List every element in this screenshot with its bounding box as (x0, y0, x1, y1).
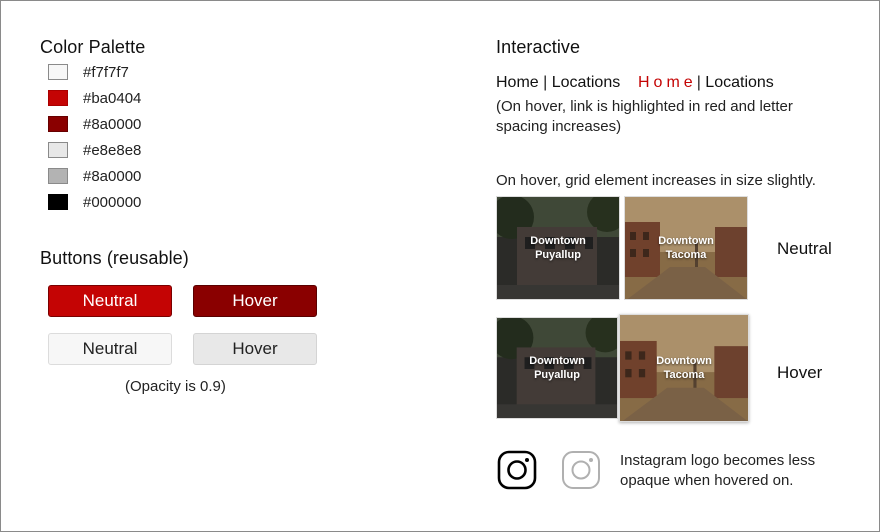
tile-tacoma-line1: Downtown (656, 355, 712, 367)
tile-tacoma-label: Downtown Tacoma (625, 197, 747, 299)
swatch-e8e8e8 (48, 142, 68, 158)
neutral-state-label: Neutral (777, 239, 832, 258)
nav-neutral: Home | Locations (496, 73, 620, 93)
interactive-title: Interactive (496, 37, 581, 57)
buttons-title: Buttons (reusable) (40, 248, 189, 268)
nav-home-link-hover[interactable]: Home (638, 74, 697, 91)
tile-puyallup-line1: Downtown (530, 235, 586, 247)
tile-tacoma-label: Downtown Tacoma (620, 315, 748, 421)
nav-separator: | (696, 74, 706, 91)
tile-tacoma-line2: Tacoma (665, 249, 707, 261)
tile-tacoma-line1: Downtown (658, 235, 714, 247)
opacity-note: (Opacity is 0.9) (125, 378, 226, 395)
swatch-label: #e8e8e8 (83, 141, 142, 159)
canvas: Color Palette #f7f7f7 #ba0404 #8a0000 #e… (0, 0, 880, 532)
swatch-8a0000 (48, 116, 68, 132)
swatch-gray (48, 168, 68, 184)
swatch-row: #8a0000 (48, 167, 141, 185)
swatch-row: #e8e8e8 (48, 141, 141, 159)
instagram-icon-faded[interactable] (561, 450, 601, 490)
nav-locations-link[interactable]: Locations (705, 74, 774, 91)
grid-note: On hover, grid element increases in size… (496, 172, 816, 189)
swatch-label: #f7f7f7 (83, 63, 129, 81)
swatch-row: #ba0404 (48, 89, 141, 107)
swatch-ba0404 (48, 90, 68, 106)
swatch-000000 (48, 194, 68, 210)
tile-puyallup-line2: Puyallup (534, 369, 580, 381)
tile-puyallup-label: Downtown Puyallup (497, 318, 617, 418)
tile-puyallup-line2: Puyallup (535, 249, 581, 261)
tile-tacoma-line2: Tacoma (663, 369, 705, 381)
palette-title: Color Palette (40, 37, 146, 57)
tile-puyallup-label: Downtown Puyallup (497, 197, 619, 299)
swatch-label: #8a0000 (83, 167, 142, 185)
swatch-label: #ba0404 (83, 89, 142, 107)
nav-separator: | (538, 74, 552, 91)
tile-puyallup[interactable]: Downtown Puyallup (496, 196, 620, 300)
swatch-label: #000000 (83, 193, 142, 211)
neutral-light-button[interactable]: Neutral (48, 333, 172, 365)
swatch-label: #8a0000 (83, 115, 142, 133)
swatch-row: #8a0000 (48, 115, 141, 133)
nav-home-link[interactable]: Home (496, 74, 539, 91)
instagram-note: Instagram logo becomes less opaque when … (620, 452, 816, 489)
nav-note: (On hover, link is highlighted in red an… (496, 98, 793, 135)
hover-light-button[interactable]: Hover (193, 333, 317, 365)
nav-locations-link[interactable]: Locations (552, 74, 621, 91)
neutral-red-button[interactable]: Neutral (48, 285, 172, 317)
nav-hover: Home| Locations (638, 73, 774, 93)
tile-tacoma[interactable]: Downtown Tacoma (624, 196, 748, 300)
hover-state-label: Hover (777, 363, 823, 382)
instagram-icon[interactable] (497, 450, 537, 490)
tile-puyallup-line1: Downtown (529, 355, 585, 367)
swatch-row: #f7f7f7 (48, 63, 129, 81)
swatch-row: #000000 (48, 193, 141, 211)
hover-red-button[interactable]: Hover (193, 285, 317, 317)
swatch-f7f7f7 (48, 64, 68, 80)
tile-puyallup-hover[interactable]: Downtown Puyallup (496, 317, 618, 419)
tile-tacoma-hover[interactable]: Downtown Tacoma (619, 314, 749, 422)
